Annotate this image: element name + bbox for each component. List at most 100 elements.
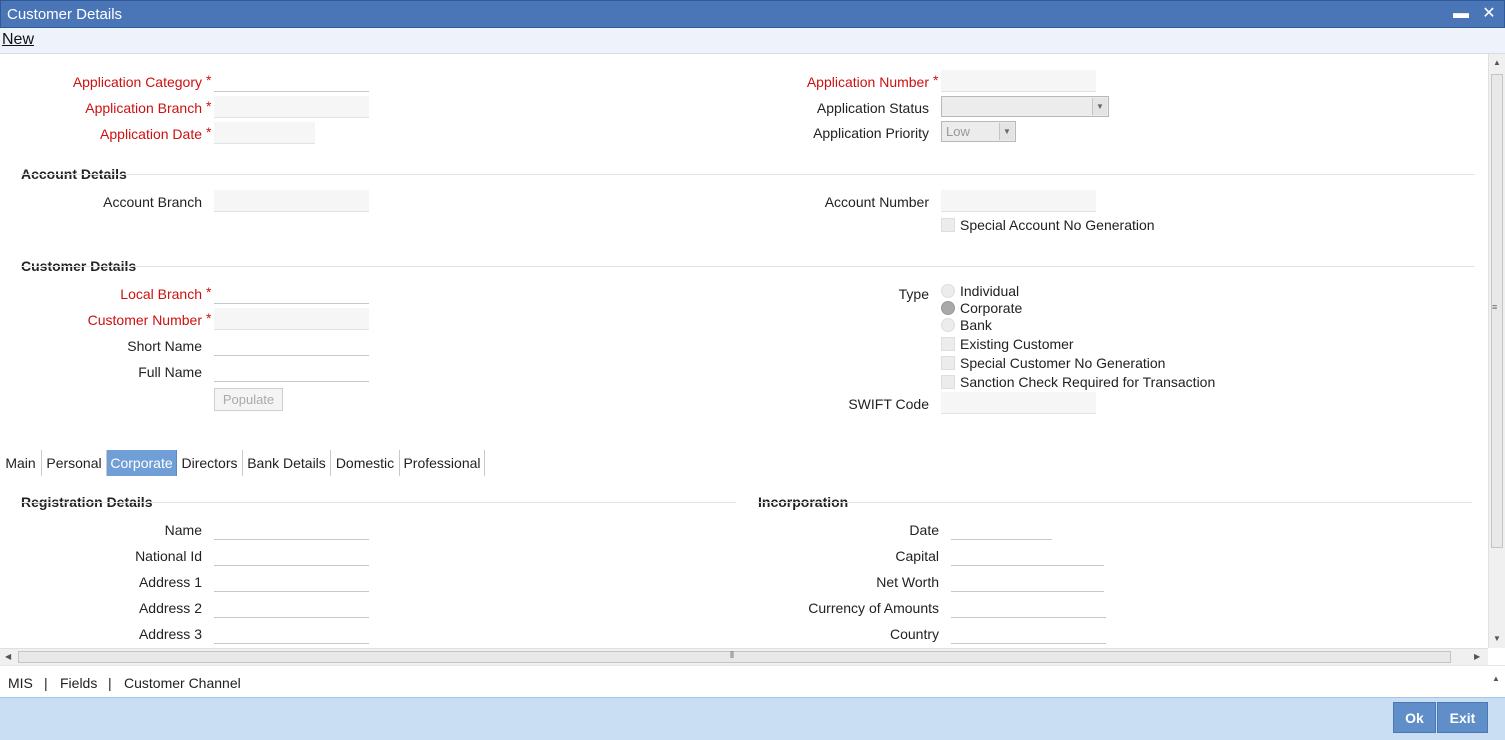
tab-directors[interactable]: Directors bbox=[177, 450, 243, 476]
scroll-left-icon[interactable]: ◀ bbox=[5, 652, 11, 661]
sanction-check-label: Sanction Check Required for Transaction bbox=[960, 374, 1216, 390]
type-individual-label: Individual bbox=[960, 283, 1020, 299]
account-branch-input[interactable] bbox=[214, 190, 369, 212]
special-customer-no-label: Special Customer No Generation bbox=[960, 355, 1166, 371]
special-customer-no-checkbox[interactable] bbox=[941, 356, 955, 370]
country-input[interactable] bbox=[951, 622, 1106, 644]
exit-button[interactable]: Exit bbox=[1437, 702, 1488, 733]
tab-professional[interactable]: Professional bbox=[400, 450, 485, 476]
application-branch-label: Application Branch bbox=[85, 100, 202, 116]
required-mark: * bbox=[206, 124, 212, 140]
type-label: Type bbox=[898, 286, 929, 302]
customer-number-input[interactable] bbox=[214, 308, 369, 330]
existing-customer-checkbox[interactable] bbox=[941, 337, 955, 351]
address3-label: Address 3 bbox=[138, 626, 202, 642]
tab-corporate[interactable]: Corporate bbox=[107, 450, 177, 476]
capital-label: Capital bbox=[895, 548, 939, 564]
national-id-label: National Id bbox=[135, 548, 202, 564]
registration-name-label: Name bbox=[164, 522, 202, 538]
capital-input[interactable] bbox=[951, 544, 1104, 566]
type-bank-radio[interactable] bbox=[941, 318, 955, 332]
application-priority-value: Low bbox=[946, 124, 970, 139]
address3-input[interactable] bbox=[214, 622, 369, 644]
application-branch-input[interactable] bbox=[214, 96, 369, 118]
vertical-scrollbar[interactable]: ▲ ≡ ▼ bbox=[1488, 54, 1505, 648]
special-account-no-checkbox[interactable] bbox=[941, 218, 955, 232]
address1-input[interactable] bbox=[214, 570, 369, 592]
form-content: Application Category * Application Branc… bbox=[0, 54, 1488, 648]
swift-code-label: SWIFT Code bbox=[848, 396, 929, 412]
local-branch-label: Local Branch bbox=[120, 286, 202, 302]
menu-bar: New bbox=[0, 28, 1505, 54]
mis-link[interactable]: MIS bbox=[8, 675, 33, 691]
full-name-label: Full Name bbox=[138, 364, 202, 380]
type-corporate-label: Corporate bbox=[960, 300, 1023, 316]
country-label: Country bbox=[889, 626, 939, 642]
required-mark: * bbox=[206, 284, 212, 300]
tab-main[interactable]: Main bbox=[0, 450, 42, 476]
footer-separator: | bbox=[44, 675, 48, 691]
account-number-input[interactable] bbox=[941, 190, 1096, 212]
required-mark: * bbox=[933, 72, 939, 88]
currency-of-amounts-label: Currency of Amounts bbox=[808, 600, 939, 616]
incorporation-date-input[interactable] bbox=[951, 518, 1052, 540]
new-link[interactable]: New bbox=[2, 31, 34, 49]
type-individual-radio[interactable] bbox=[941, 284, 955, 298]
required-mark: * bbox=[206, 310, 212, 326]
customer-number-label: Customer Number bbox=[87, 312, 202, 328]
application-priority-select[interactable]: Low ▼ bbox=[941, 121, 1016, 142]
swift-code-input[interactable] bbox=[941, 392, 1096, 414]
short-name-input[interactable] bbox=[214, 334, 369, 356]
application-status-label: Application Status bbox=[816, 100, 929, 116]
populate-button[interactable]: Populate bbox=[214, 388, 283, 411]
type-corporate-radio[interactable] bbox=[941, 301, 955, 315]
horizontal-scrollbar[interactable]: ◀ ⦀ ▶ bbox=[0, 648, 1488, 665]
footer-separator: | bbox=[108, 675, 112, 691]
window-title-bar: Customer Details ▬ ✕ bbox=[0, 0, 1505, 28]
application-status-select[interactable]: ▼ bbox=[941, 96, 1109, 117]
address2-input[interactable] bbox=[214, 596, 369, 618]
scroll-down-icon[interactable]: ▼ bbox=[1493, 634, 1501, 643]
national-id-input[interactable] bbox=[214, 544, 369, 566]
footer-links-bar: MIS | Fields | Customer Channel ▲ bbox=[0, 665, 1505, 697]
application-number-input[interactable] bbox=[941, 70, 1096, 92]
divider bbox=[21, 502, 736, 503]
chevron-down-icon: ▼ bbox=[999, 123, 1014, 140]
address1-label: Address 1 bbox=[138, 574, 202, 590]
fields-link[interactable]: Fields bbox=[60, 675, 97, 691]
window-title: Customer Details bbox=[7, 6, 123, 23]
ok-button[interactable]: Ok bbox=[1393, 702, 1436, 733]
scroll-right-icon[interactable]: ▶ bbox=[1474, 652, 1480, 661]
required-mark: * bbox=[206, 98, 212, 114]
full-name-input[interactable] bbox=[214, 360, 369, 382]
scroll-grip-icon: ⦀ bbox=[730, 650, 734, 660]
tab-personal[interactable]: Personal bbox=[42, 450, 107, 476]
registration-name-input[interactable] bbox=[214, 518, 369, 540]
sanction-check-checkbox[interactable] bbox=[941, 375, 955, 389]
net-worth-input[interactable] bbox=[951, 570, 1104, 592]
tab-domestic[interactable]: Domestic bbox=[331, 450, 400, 476]
scroll-grip-icon: ≡ bbox=[1492, 302, 1498, 312]
scroll-up-icon[interactable]: ▲ bbox=[1493, 58, 1501, 67]
currency-of-amounts-input[interactable] bbox=[951, 596, 1106, 618]
address2-label: Address 2 bbox=[138, 600, 202, 616]
minimize-icon[interactable]: ▬ bbox=[1452, 5, 1470, 23]
application-date-input[interactable] bbox=[214, 122, 315, 144]
customer-channel-link[interactable]: Customer Channel bbox=[124, 675, 241, 691]
net-worth-label: Net Worth bbox=[876, 574, 939, 590]
scroll-up-icon[interactable]: ▲ bbox=[1492, 674, 1500, 683]
tab-bank-details[interactable]: Bank Details bbox=[243, 450, 331, 476]
short-name-label: Short Name bbox=[127, 338, 202, 354]
horizontal-scroll-thumb[interactable] bbox=[18, 651, 1451, 663]
close-icon[interactable]: ✕ bbox=[1480, 5, 1498, 23]
application-date-label: Application Date bbox=[100, 126, 202, 142]
type-bank-label: Bank bbox=[960, 317, 992, 333]
incorporation-date-label: Date bbox=[909, 522, 939, 538]
application-category-input[interactable] bbox=[214, 70, 369, 92]
account-number-label: Account Number bbox=[824, 194, 929, 210]
local-branch-input[interactable] bbox=[214, 282, 369, 304]
divider bbox=[758, 502, 1472, 503]
existing-customer-label: Existing Customer bbox=[960, 336, 1074, 352]
action-bar: Ok Exit bbox=[0, 697, 1505, 740]
account-branch-label: Account Branch bbox=[103, 194, 202, 210]
